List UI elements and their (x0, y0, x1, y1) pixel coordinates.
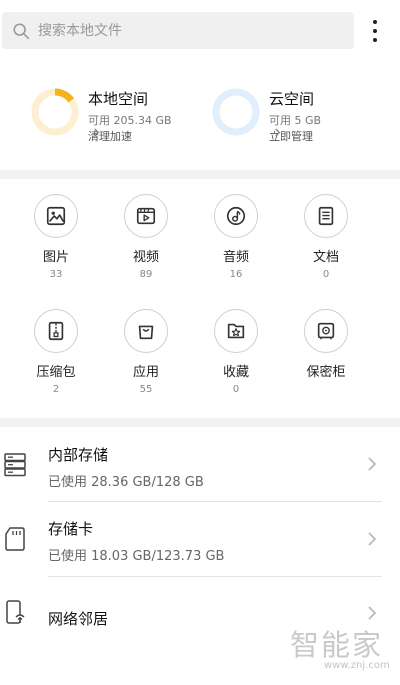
manage-now-link[interactable]: 立即管理 (269, 128, 313, 144)
safe-icon (317, 322, 335, 340)
local-space-card[interactable]: 本地空间 可用 205.34 GB 清理加速 (31, 88, 201, 146)
search-icon (13, 22, 30, 39)
category-icon-circle (124, 309, 168, 353)
cloud-space-title: 云空间 (269, 90, 315, 108)
sd-card-row[interactable]: 存储卡 已使用 18.03 GB/123.73 GB (0, 502, 400, 576)
local-space-usage-ring (31, 88, 79, 136)
category-favorites[interactable]: 收藏 0 (201, 309, 271, 396)
category-label: 保密柜 (306, 365, 346, 380)
category-apps[interactable]: 应用 55 (111, 309, 181, 396)
section-divider (0, 418, 400, 427)
audio-icon (226, 206, 246, 226)
category-count: 55 (139, 384, 153, 395)
archive-icon (48, 321, 64, 341)
local-space-title: 本地空间 (88, 90, 149, 108)
category-count (291, 383, 361, 396)
category-icon-circle (304, 309, 348, 353)
chevron-right-icon (368, 457, 377, 471)
category-icon-circle (214, 194, 258, 238)
category-images[interactable]: 图片 33 (21, 194, 91, 281)
chevron-right-icon (368, 606, 377, 620)
category-label: 压缩包 (36, 365, 76, 380)
category-documents[interactable]: 文档 0 (291, 194, 361, 281)
sd-card-title: 存储卡 (48, 520, 94, 538)
app-bag-icon (138, 325, 154, 340)
sd-card-icon (5, 527, 25, 551)
category-count: 2 (52, 384, 60, 395)
chevron-right-icon (368, 532, 377, 546)
network-device-icon (6, 600, 25, 624)
section-divider (0, 170, 400, 179)
search-input[interactable] (38, 22, 318, 39)
category-label: 视频 (132, 250, 159, 265)
search-bar[interactable] (2, 12, 354, 49)
category-icon-circle (214, 309, 258, 353)
category-count: 0 (232, 384, 240, 395)
category-count: 89 (139, 269, 153, 280)
category-safe[interactable]: 保密柜 (291, 309, 361, 396)
favorites-icon (227, 323, 245, 339)
watermark-url: www.znj.com (324, 660, 390, 671)
cloud-space-available: 可用 5 GB (269, 114, 322, 127)
document-icon (318, 206, 334, 226)
more-options-icon[interactable] (366, 18, 384, 44)
cloud-space-card[interactable]: 云空间 可用 5 GB 立即管理 (212, 88, 382, 146)
watermark-text: 智能家 (290, 628, 384, 662)
cloud-space-usage-ring (212, 88, 260, 136)
category-label: 应用 (132, 365, 159, 380)
internal-storage-title: 内部存储 (48, 446, 109, 464)
category-audio[interactable]: 音频 16 (201, 194, 271, 281)
category-label: 图片 (42, 250, 69, 265)
category-icon-circle (304, 194, 348, 238)
category-label: 收藏 (222, 365, 249, 380)
category-label: 音频 (222, 250, 249, 265)
watermark: 智能家 www.znj.com (290, 622, 400, 682)
image-icon (46, 206, 66, 226)
chevron-right-icon (275, 128, 281, 137)
category-count: 33 (49, 269, 63, 280)
category-icon-circle (34, 194, 78, 238)
category-icon-circle (124, 194, 168, 238)
video-icon (136, 207, 156, 225)
local-space-available: 可用 205.34 GB (88, 114, 172, 127)
sd-card-usage: 已使用 18.03 GB/123.73 GB (48, 549, 225, 564)
internal-storage-usage: 已使用 28.36 GB/128 GB (48, 475, 204, 490)
internal-storage-row[interactable]: 内部存储 已使用 28.36 GB/128 GB (0, 427, 400, 501)
category-count: 0 (322, 269, 330, 280)
chevron-right-icon (94, 128, 100, 137)
network-neighborhood-title: 网络邻居 (48, 610, 109, 628)
clean-accelerate-link[interactable]: 清理加速 (88, 128, 132, 144)
category-videos[interactable]: 视频 89 (111, 194, 181, 281)
category-icon-circle (34, 309, 78, 353)
category-label: 文档 (312, 250, 339, 265)
server-icon (4, 453, 26, 477)
category-archives[interactable]: 压缩包 2 (21, 309, 91, 396)
category-count: 16 (229, 269, 243, 280)
